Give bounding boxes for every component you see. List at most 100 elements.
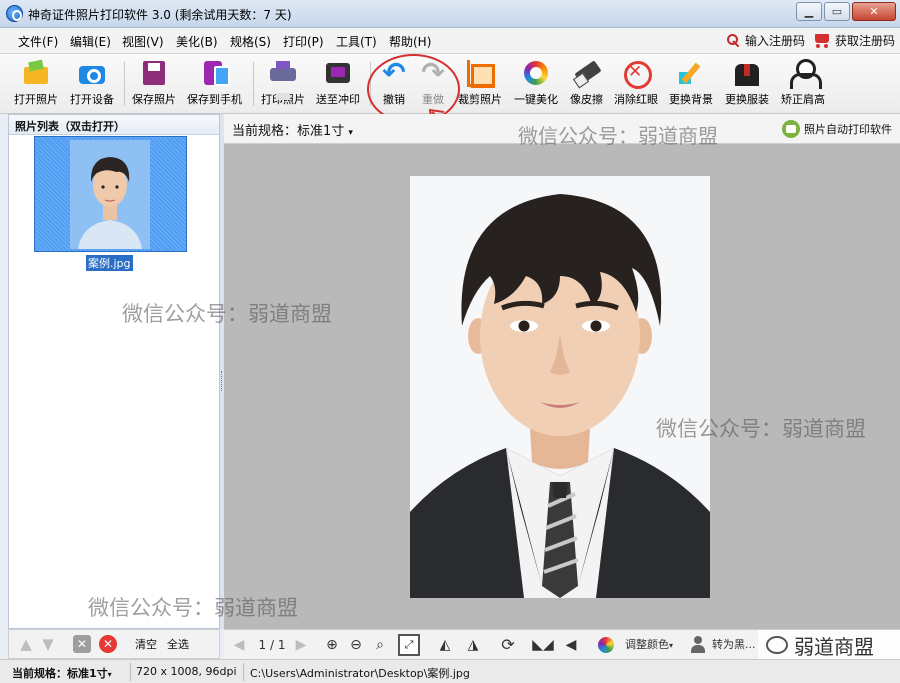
menu-print[interactable]: 打印(P) — [283, 33, 324, 50]
color-wheel-icon — [598, 637, 614, 653]
menu-spec[interactable]: 规格(S) — [230, 33, 271, 50]
remove-icon[interactable]: ✕ — [99, 635, 117, 653]
remove-red-eye-label: 消除红眼 — [614, 93, 658, 106]
fix-shoulders-button[interactable]: 矫正肩高 — [781, 58, 825, 112]
menu-bar: 文件(F) 编辑(E) 视图(V) 美化(B) 规格(S) 打印(P) 工具(T… — [0, 28, 900, 54]
move-up-icon[interactable]: ▲ — [17, 635, 35, 653]
watermark-right: 微信公众号：弱道商盟 — [656, 417, 866, 441]
brand-text: 弱道商盟 — [794, 634, 874, 659]
person-icon — [690, 636, 706, 654]
change-clothes-button[interactable]: 更换服装 — [725, 58, 769, 112]
prev-page-icon[interactable]: ◀ — [230, 635, 248, 655]
eraser-button[interactable]: 像皮擦 — [570, 58, 603, 112]
mirror-alt-icon[interactable]: ◀ — [560, 635, 582, 655]
chat-logo-icon — [766, 636, 788, 654]
photo-list-panel: 照片列表（双击打开） 案例.jpg — [8, 114, 220, 629]
eraser-label: 像皮擦 — [570, 93, 603, 106]
fit-window-icon[interactable]: ⤢ — [398, 634, 420, 656]
open-photo-label: 打开照片 — [14, 93, 58, 106]
page-indicator: 1 / 1 — [258, 638, 286, 652]
current-spec-dropdown[interactable]: 当前规格：标准1寸 ▾ — [232, 120, 353, 139]
crop-icon — [465, 58, 495, 88]
change-background-button[interactable]: 更换背景 — [669, 58, 713, 112]
cart-icon — [813, 33, 831, 48]
brand-watermark: 弱道商盟 — [758, 630, 900, 660]
select-all-button[interactable]: 全选 — [167, 636, 189, 652]
open-device-button[interactable]: 打开设备 — [70, 58, 114, 112]
flip-vertical-alt-icon[interactable]: ◮ — [462, 635, 484, 655]
minimize-button[interactable]: ▁ — [796, 2, 822, 21]
photo-canvas — [224, 144, 900, 629]
one-click-beautify-label: 一键美化 — [514, 93, 558, 106]
printer-badge-icon — [782, 120, 800, 138]
canvas-toolbar: ◀ 1 / 1 ▶ ⊕ ⊖ ⌕ ⤢ ◭ ◮ ⟳ ◣◢ ◀ 调整颜色▾ 转为黑..… — [224, 629, 900, 660]
rotate-icon[interactable]: ⟳ — [498, 635, 518, 655]
next-page-icon[interactable]: ▶ — [292, 635, 310, 655]
menu-tools[interactable]: 工具(T) — [336, 33, 377, 50]
title-bar: 神奇证件照片打印软件 3.0 (剩余试用天数：7 天) ▁ ▭ ✕ — [0, 0, 900, 28]
send-to-print-button[interactable]: 送至冲印 — [316, 58, 360, 112]
toolbar-separator — [253, 62, 254, 106]
status-dimensions: 720 x 1008, 96dpi — [136, 665, 237, 678]
get-register-code-label: 获取注册码 — [835, 34, 896, 48]
auto-print-link[interactable]: 照片自动打印软件 — [782, 120, 892, 138]
zoom-in-icon[interactable]: ⊕ — [322, 635, 342, 655]
status-separator — [243, 663, 244, 681]
thumbnail-portrait — [70, 140, 150, 249]
register-code-link[interactable]: 输入注册码 — [727, 32, 805, 49]
menu-help[interactable]: 帮助(H) — [389, 33, 431, 50]
register-code-label: 输入注册码 — [745, 34, 806, 48]
menu-view[interactable]: 视图(V) — [122, 33, 164, 50]
eraser-icon — [572, 58, 602, 88]
get-register-code-link[interactable]: 获取注册码 — [813, 32, 895, 49]
photo-list-title: 照片列表（双击打开） — [9, 115, 219, 135]
save-photo-button[interactable]: 保存照片 — [132, 58, 176, 112]
photo-filename[interactable]: 案例.jpg — [86, 255, 133, 271]
chevron-down-icon: ▾ — [107, 670, 112, 679]
clear-button[interactable]: 清空 — [135, 636, 157, 652]
save-to-phone-button[interactable]: 保存到手机 — [187, 58, 242, 112]
adjust-color-label: 调整颜色 — [624, 638, 669, 651]
change-clothes-label: 更换服装 — [725, 93, 769, 106]
delete-selected-icon[interactable]: ✕ — [73, 635, 91, 653]
adjust-color-button[interactable]: 调整颜色▾ — [618, 635, 680, 655]
maximize-button[interactable]: ▭ — [824, 2, 850, 21]
status-spec-label: 当前规格：标准1寸 — [12, 667, 108, 680]
flip-vertical-icon[interactable]: ◭ — [434, 635, 456, 655]
one-click-beautify-button[interactable]: 一键美化 — [514, 58, 558, 112]
suit-icon — [732, 58, 762, 88]
window-title: 神奇证件照片打印软件 3.0 (剩余试用天数：7 天) — [28, 8, 292, 22]
save-photo-label: 保存照片 — [132, 93, 176, 106]
close-button[interactable]: ✕ — [852, 2, 896, 21]
send-to-print-label: 送至冲印 — [316, 93, 360, 106]
camera-icon — [77, 58, 107, 88]
open-photo-button[interactable]: 打开照片 — [14, 58, 58, 112]
photo-thumbnail[interactable] — [34, 136, 187, 252]
status-bar: 当前规格：标准1寸▾ 720 x 1008, 96dpi C:\Users\Ad… — [0, 659, 900, 683]
status-spec[interactable]: 当前规格：标准1寸▾ — [12, 665, 112, 681]
menu-file[interactable]: 文件(F) — [18, 33, 58, 50]
mirror-horizontal-icon[interactable]: ◣◢ — [532, 635, 554, 655]
remove-red-eye-button[interactable]: 消除红眼 — [614, 58, 658, 112]
watermark-top: 微信公众号：弱道商盟 — [518, 124, 718, 148]
zoom-actual-icon[interactable]: ⌕ — [370, 635, 390, 655]
color-ring-icon — [521, 58, 551, 88]
menu-beautify[interactable]: 美化(B) — [176, 33, 218, 50]
fix-shoulders-label: 矫正肩高 — [781, 93, 825, 106]
portrait-image — [410, 176, 710, 598]
menu-edit[interactable]: 编辑(E) — [70, 33, 111, 50]
print-photo-button[interactable]: 打印照片 — [261, 58, 305, 112]
key-icon — [727, 33, 741, 48]
zoom-out-icon[interactable]: ⊖ — [346, 635, 366, 655]
photo-list-toolbar: ▲ ▼ ✕ ✕ 清空 全选 — [8, 629, 220, 659]
save-to-phone-label: 保存到手机 — [187, 93, 242, 106]
folder-icon — [21, 58, 51, 88]
current-spec-label: 当前规格：标准1寸 — [232, 124, 345, 139]
auto-print-label: 照片自动打印软件 — [804, 123, 892, 136]
chevron-down-icon: ▾ — [348, 128, 353, 138]
photo-printer-icon — [323, 58, 353, 88]
watermark-bottom: 微信公众号：弱道商盟 — [88, 596, 298, 620]
id-photo[interactable] — [410, 176, 710, 598]
move-down-icon[interactable]: ▼ — [39, 635, 57, 653]
phone-icon — [200, 58, 230, 88]
